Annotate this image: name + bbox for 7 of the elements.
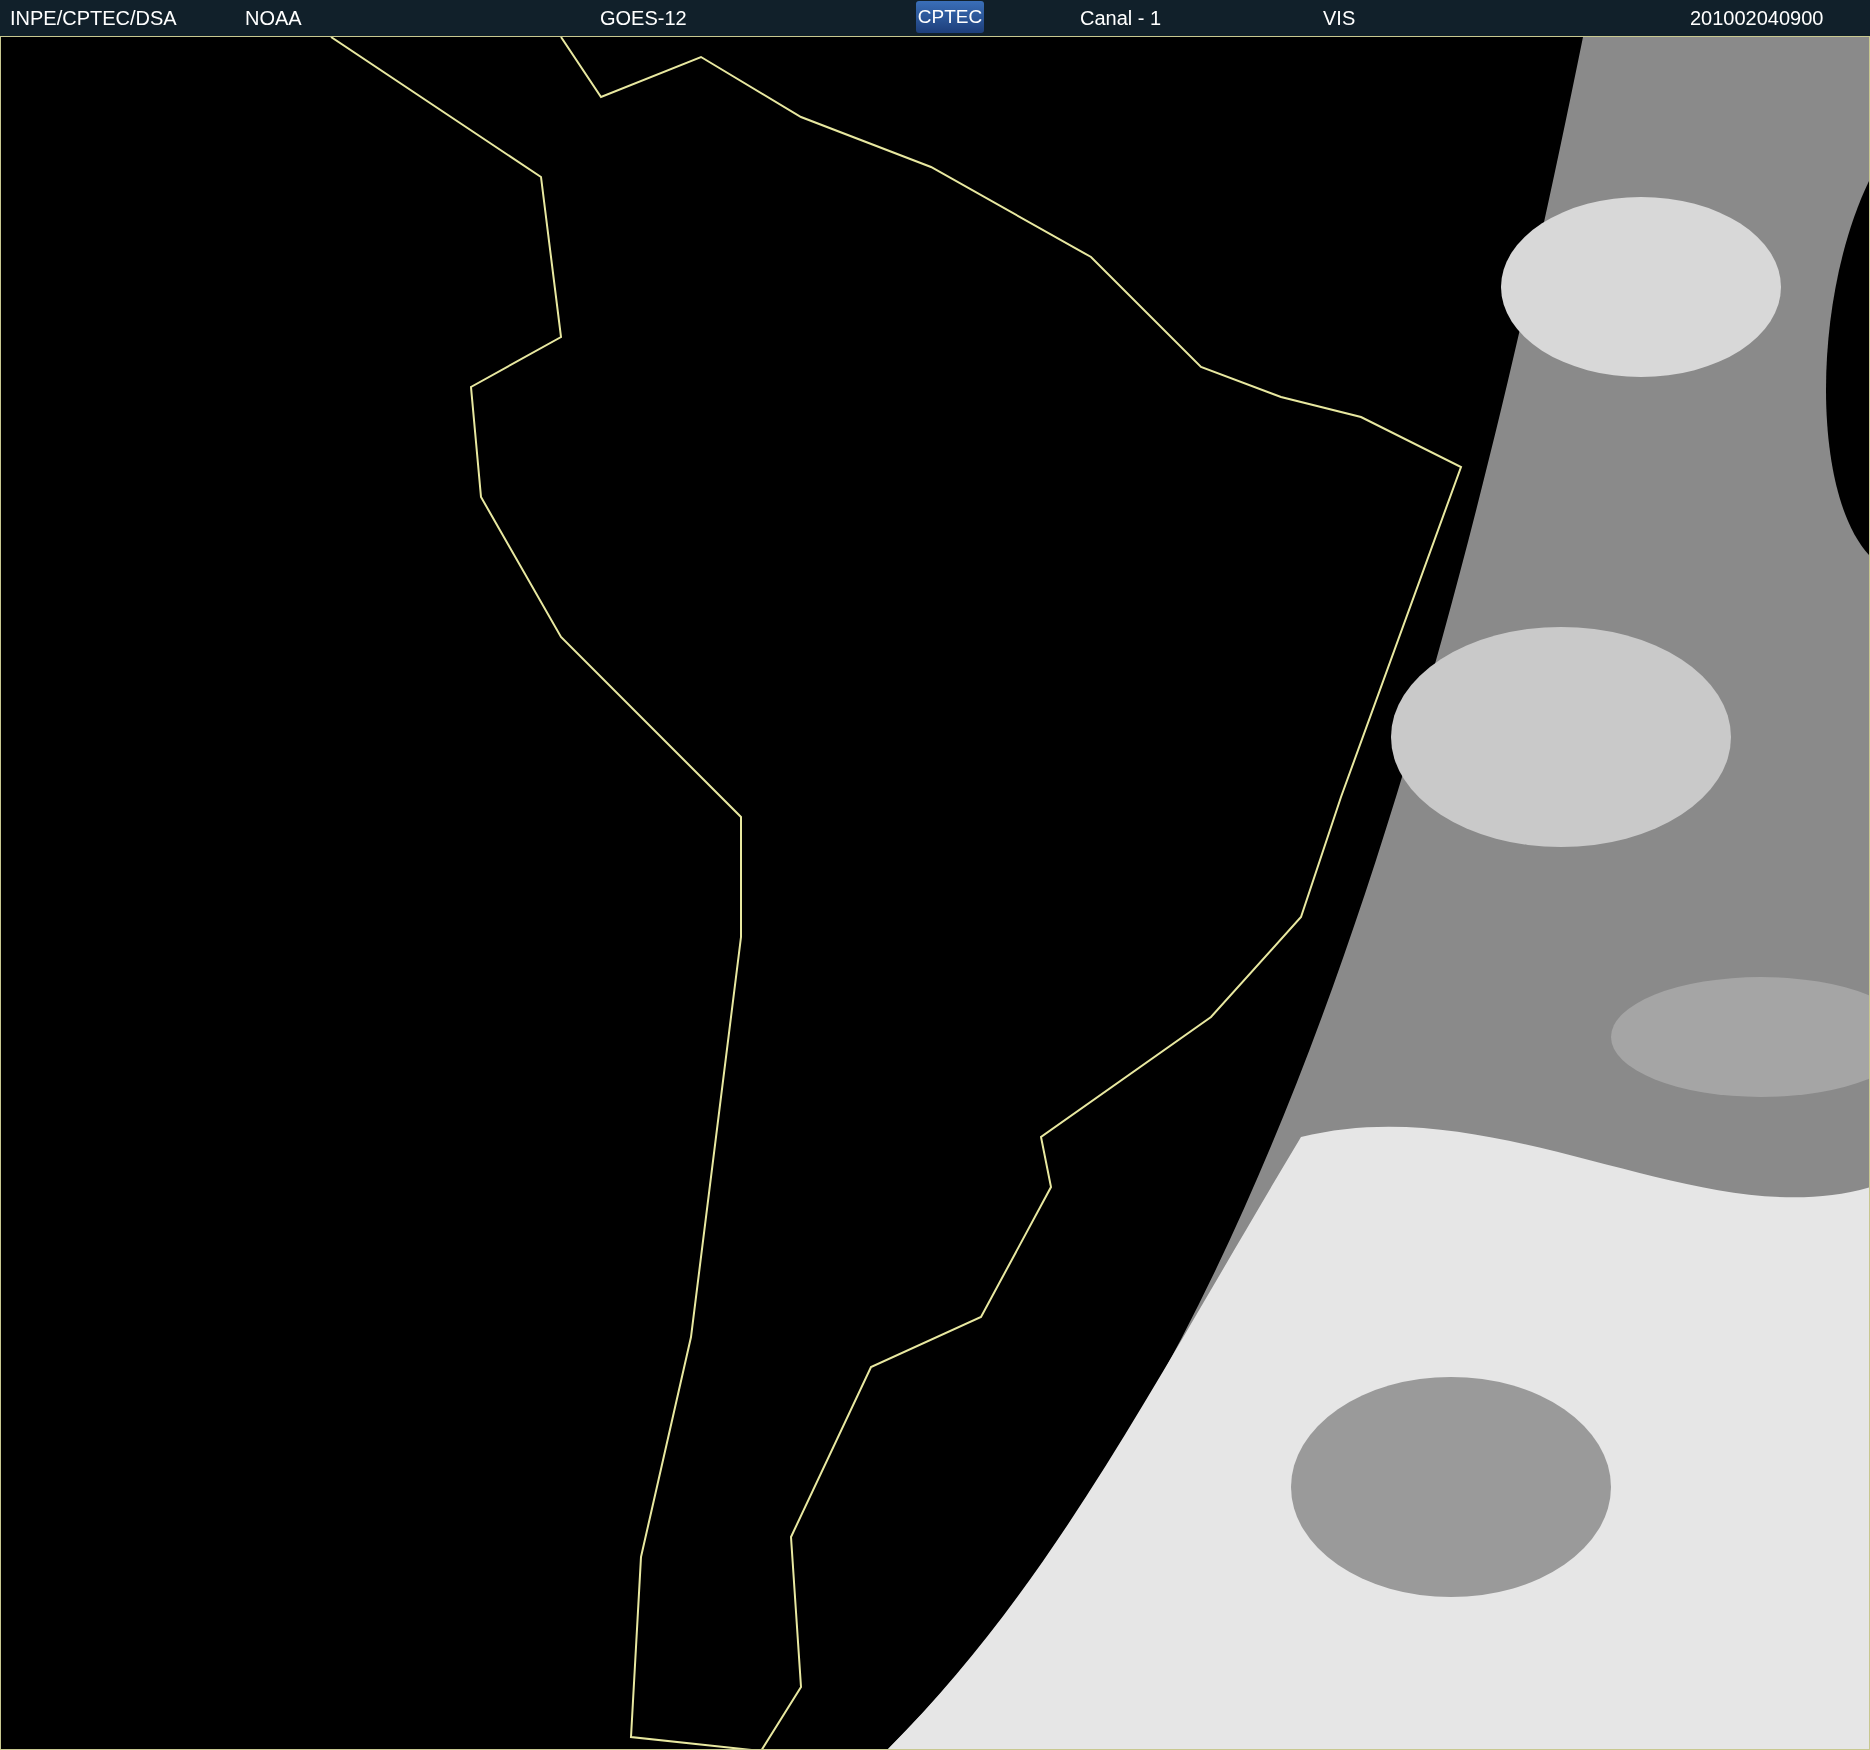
logo: CPTEC xyxy=(916,1,984,33)
header-text: INPE/CPTEC/DSA xyxy=(10,7,177,29)
header-text: NOAA xyxy=(245,7,302,29)
header-text: VIS xyxy=(1323,7,1356,29)
header-text: Canal - 1 xyxy=(1080,7,1162,29)
header-text: 201002040900 xyxy=(1690,7,1824,29)
header-text: GOES-12 xyxy=(600,7,687,29)
